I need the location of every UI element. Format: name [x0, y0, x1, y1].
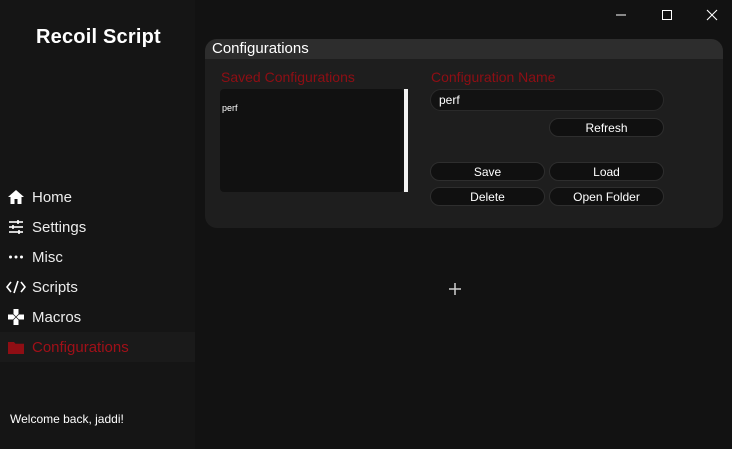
close-button[interactable]: [700, 4, 724, 26]
configuration-name-label: Configuration Name: [431, 69, 556, 85]
sidebar-nav: Home Settings Misc Scripts Macros Config…: [0, 182, 195, 362]
more-icon: [6, 247, 26, 267]
maximize-button[interactable]: [655, 4, 679, 26]
folder-icon: [6, 337, 26, 357]
panel-title: Configurations: [212, 40, 309, 57]
load-button[interactable]: Load: [549, 162, 664, 181]
sidebar-item-label: Macros: [32, 308, 82, 326]
minimize-button[interactable]: [609, 4, 633, 26]
sidebar-item-scripts[interactable]: Scripts: [0, 272, 195, 302]
app-title: Recoil Script: [36, 26, 161, 48]
code-icon: [6, 277, 26, 297]
open-folder-button[interactable]: Open Folder: [549, 187, 664, 206]
plus-icon: [449, 283, 461, 295]
refresh-button[interactable]: Refresh: [549, 118, 664, 137]
sidebar-item-home[interactable]: Home: [0, 182, 195, 212]
close-icon: [706, 9, 718, 21]
list-item[interactable]: perf: [222, 103, 238, 113]
save-button[interactable]: Save: [430, 162, 545, 181]
sidebar-item-label: Misc: [32, 248, 63, 266]
delete-button[interactable]: Delete: [430, 187, 545, 206]
sliders-icon: [6, 217, 26, 237]
configuration-name-input[interactable]: [430, 89, 664, 111]
sidebar-item-settings[interactable]: Settings: [0, 212, 195, 242]
home-icon: [6, 187, 26, 207]
saved-configurations-label: Saved Configurations: [221, 69, 355, 85]
welcome-message: Welcome back, jaddi!: [10, 412, 124, 426]
add-button[interactable]: [447, 281, 463, 297]
sidebar-item-label: Home: [32, 188, 73, 206]
minimize-icon: [616, 14, 626, 16]
sidebar-item-misc[interactable]: Misc: [0, 242, 195, 272]
sidebar: Recoil Script Home Settings Misc Scripts…: [0, 0, 195, 449]
maximize-icon: [662, 10, 672, 20]
sidebar-item-configurations[interactable]: Configurations: [0, 332, 195, 362]
list-scrollbar[interactable]: [404, 89, 408, 192]
saved-configurations-list[interactable]: perf: [220, 89, 404, 192]
gamepad-icon: [6, 307, 26, 327]
sidebar-item-label: Settings: [32, 218, 87, 236]
sidebar-item-label: Configurations: [32, 338, 129, 356]
panel-header: Configurations: [205, 39, 723, 59]
sidebar-item-label: Scripts: [32, 278, 78, 296]
sidebar-item-macros[interactable]: Macros: [0, 302, 195, 332]
